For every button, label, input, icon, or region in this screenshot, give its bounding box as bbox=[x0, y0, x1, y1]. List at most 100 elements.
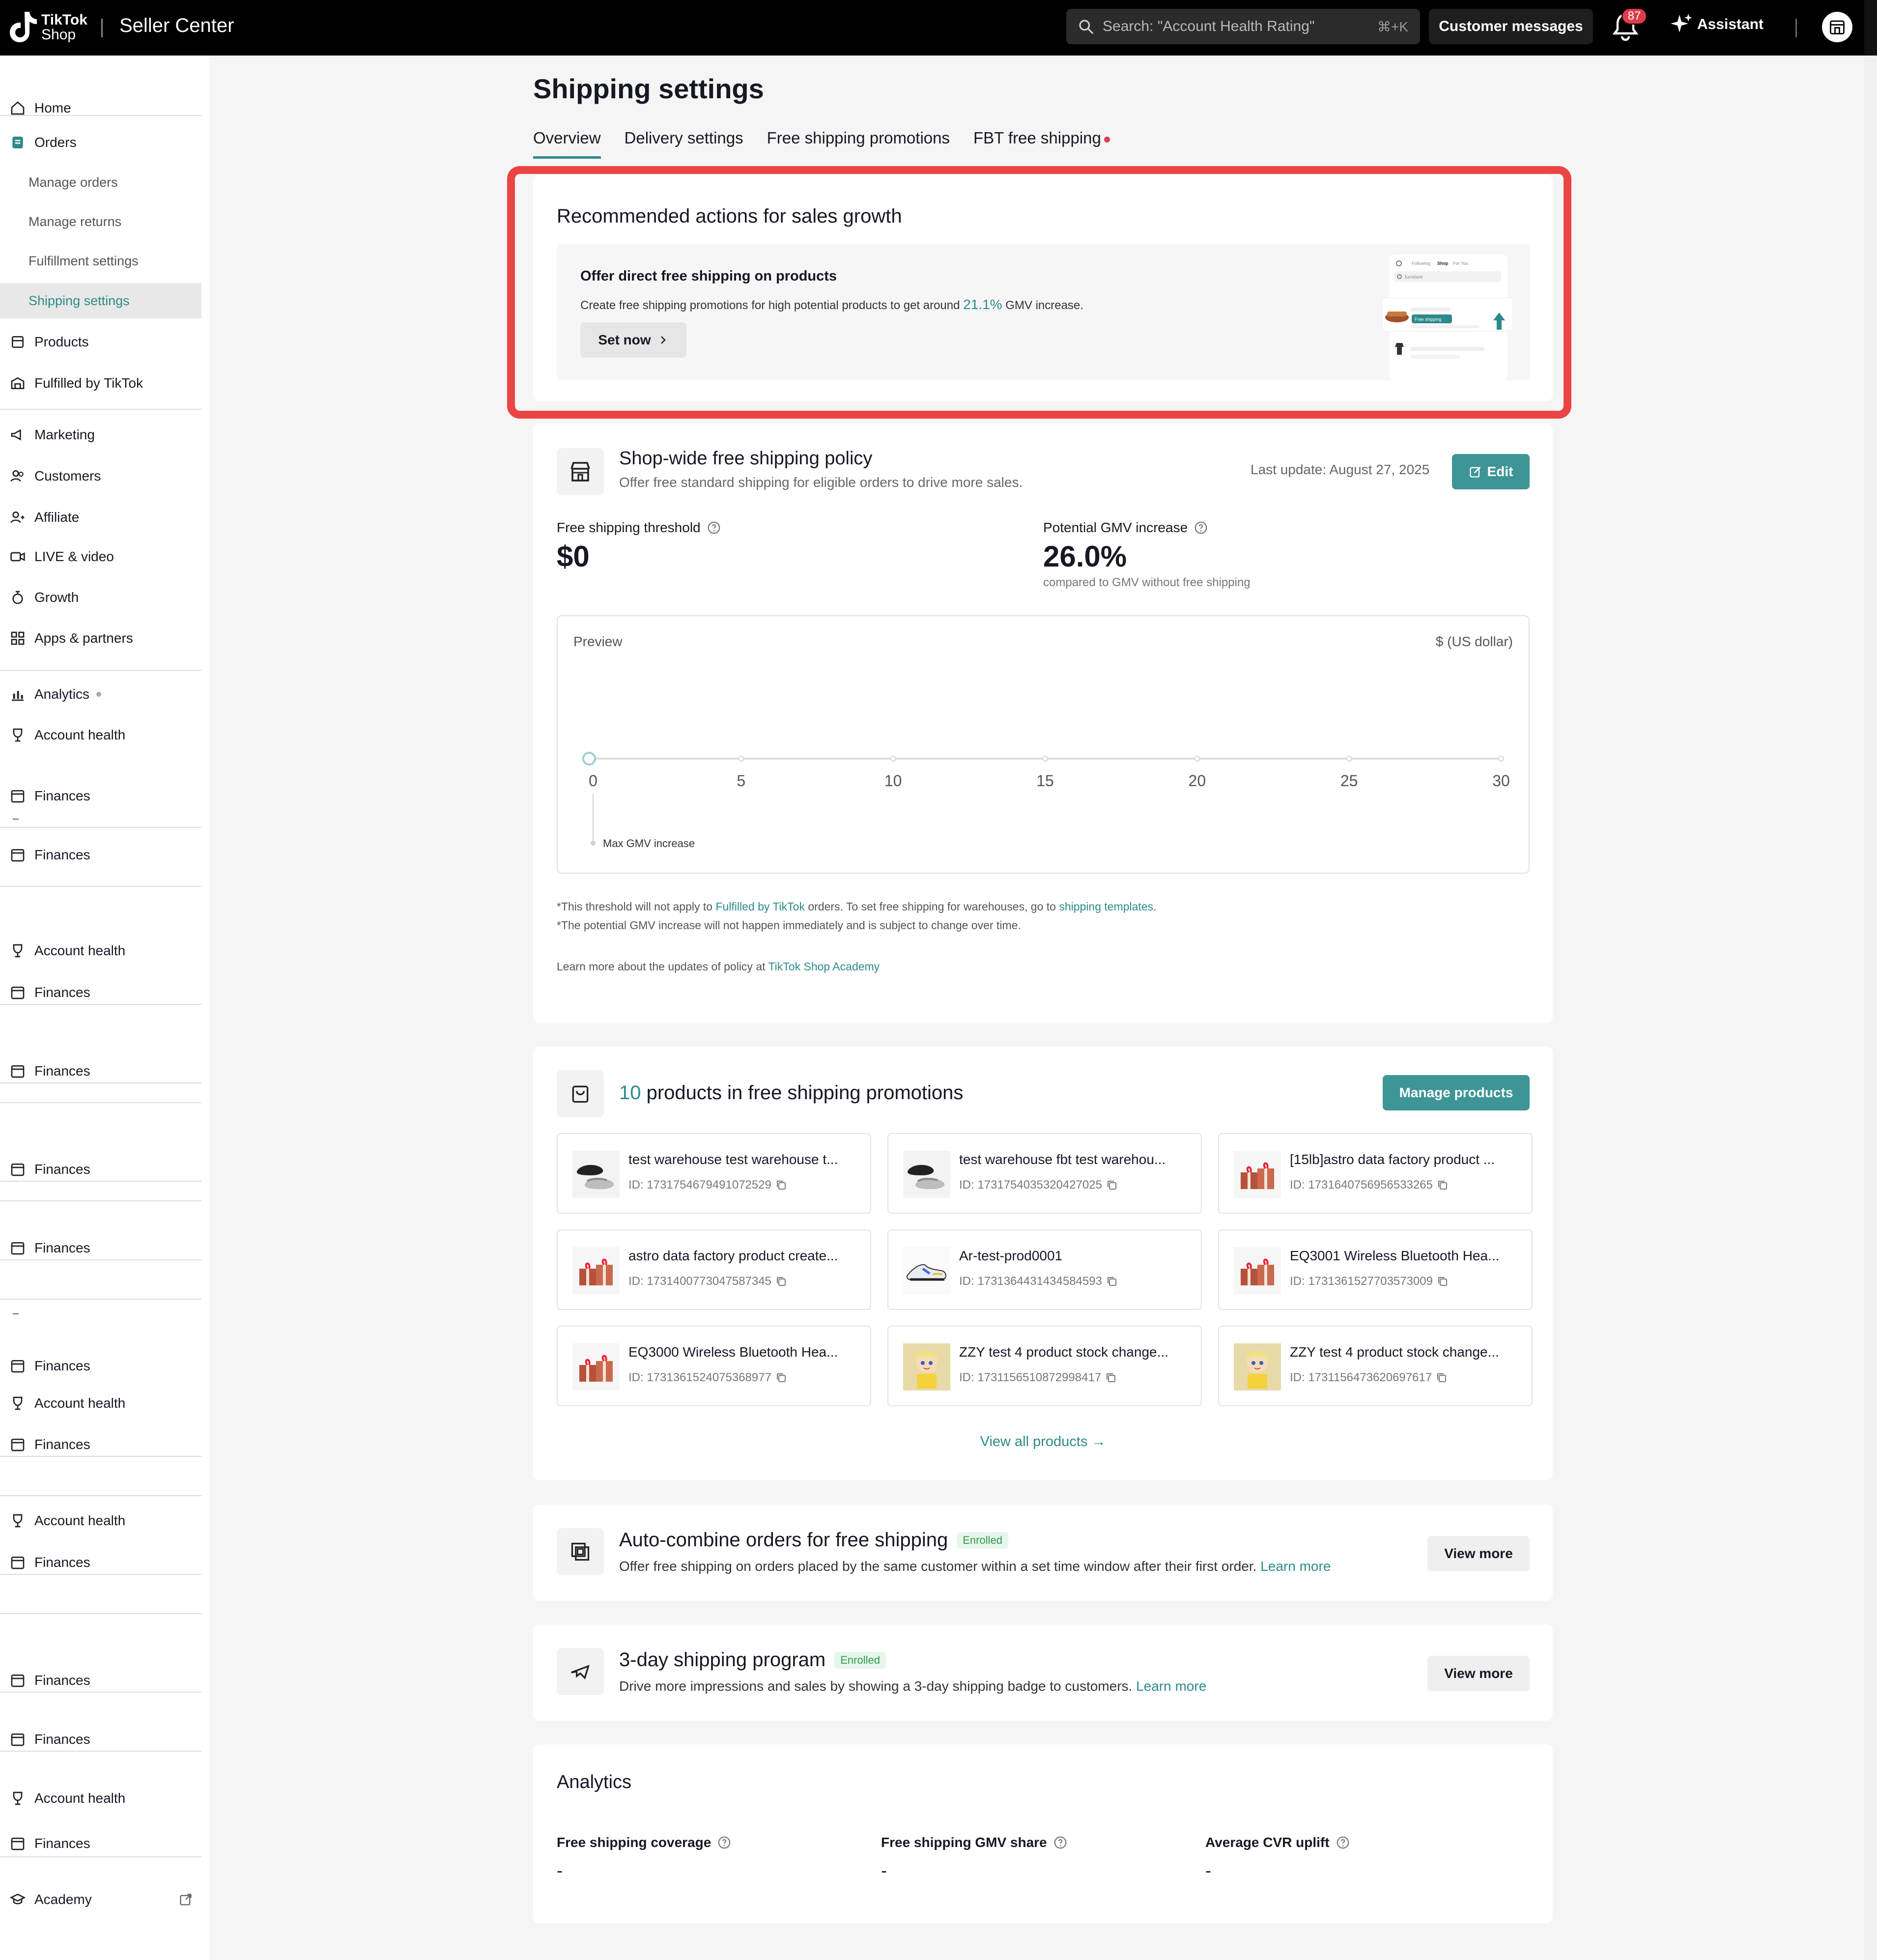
sidebar-item-account-health[interactable]: Account health bbox=[0, 1385, 201, 1421]
help-icon[interactable] bbox=[717, 1835, 732, 1850]
threshold-slider-chart[interactable]: 0 5 10 15 20 25 30 Max GMV increase bbox=[558, 616, 1531, 875]
help-icon[interactable] bbox=[1194, 520, 1208, 535]
tab-fbt-free-shipping[interactable]: FBT free shipping bbox=[973, 129, 1110, 159]
view-more-button[interactable]: View more bbox=[1427, 1536, 1530, 1571]
gmv-share-label: Free shipping GMV share bbox=[881, 1835, 1068, 1850]
product-card[interactable]: test warehouse fbt test warehou... ID: 17… bbox=[887, 1133, 1202, 1214]
external-link-icon bbox=[179, 1893, 193, 1906]
title-text: 3-day shipping program bbox=[619, 1649, 826, 1671]
sidebar-item-account-health[interactable]: Account health bbox=[0, 933, 201, 969]
sidebar-divider bbox=[0, 1299, 201, 1300]
sidebar-item-finances[interactable]: Finances bbox=[0, 974, 201, 1011]
sidebar-item-fulfilled-by-tiktok[interactable]: Fulfilled by TikTok bbox=[0, 365, 201, 401]
sidebar-item-account-health[interactable]: Account health bbox=[0, 717, 201, 753]
sidebar-item-finances[interactable]: Finances bbox=[0, 1426, 201, 1463]
fulfilled-by-tiktok-link[interactable]: Fulfilled by TikTok bbox=[715, 900, 805, 913]
sidebar-item-label: Finances bbox=[34, 985, 90, 1000]
threshold-value: $0 bbox=[557, 540, 590, 573]
product-id-text: ID: 1731754679491072529 bbox=[628, 1178, 771, 1192]
sidebar-divider bbox=[0, 1181, 201, 1182]
sidebar-subitem-shipping-settings[interactable]: Shipping settings bbox=[0, 283, 201, 318]
sidebar-item-affiliate[interactable]: Affiliate bbox=[0, 499, 201, 536]
product-card[interactable]: Ar-test-prod0001 ID: 1731364431434584593 bbox=[887, 1229, 1202, 1310]
product-card[interactable]: EQ3001 Wireless Bluetooth Hea... ID: 1731… bbox=[1218, 1229, 1533, 1310]
sidebar-item-products[interactable]: Products bbox=[0, 324, 201, 360]
sidebar-item-live-video[interactable]: LIVE & video bbox=[0, 539, 201, 575]
trophy-icon bbox=[10, 1395, 26, 1411]
sidebar-item-finances[interactable]: Finances bbox=[0, 837, 201, 873]
sidebar-subitem-manage-orders[interactable]: Manage orders bbox=[0, 165, 201, 200]
sidebar-item-finances[interactable]: Finances bbox=[0, 1721, 201, 1758]
trophy-icon bbox=[10, 1790, 26, 1806]
edit-button[interactable]: Edit bbox=[1452, 454, 1530, 489]
tab-free-shipping-promotions[interactable]: Free shipping promotions bbox=[767, 129, 950, 159]
sidebar-item-orders[interactable]: Orders bbox=[0, 124, 201, 161]
gmv-label-text: Potential GMV increase bbox=[1043, 520, 1188, 535]
sidebar-item-marketing[interactable]: Marketing bbox=[0, 417, 201, 453]
sidebar-item-finances[interactable]: Finances bbox=[0, 1151, 201, 1188]
product-card[interactable]: astro data factory product create... ID: … bbox=[557, 1229, 871, 1310]
slider-handle[interactable] bbox=[582, 752, 596, 766]
view-more-button[interactable]: View more bbox=[1427, 1656, 1530, 1691]
sidebar-item-finances[interactable]: Finances bbox=[0, 1544, 201, 1581]
global-search-input[interactable]: Search: "Account Health Rating" ⌘+K bbox=[1066, 9, 1420, 44]
offer-description: Create free shipping promotions for high… bbox=[580, 297, 1083, 312]
sidebar-divider bbox=[0, 1259, 201, 1260]
sidebar-subitem-manage-returns[interactable]: Manage returns bbox=[0, 204, 201, 239]
tick-label: 20 bbox=[1189, 772, 1206, 790]
customer-messages-button[interactable]: Customer messages bbox=[1429, 9, 1593, 44]
sidebar-item-finances[interactable]: Finances bbox=[0, 1230, 201, 1266]
manage-products-button[interactable]: Manage products bbox=[1383, 1075, 1530, 1110]
tiktok-shop-academy-link[interactable]: TikTok Shop Academy bbox=[768, 960, 880, 973]
shop-profile-button[interactable] bbox=[1822, 12, 1852, 42]
copy-icon[interactable] bbox=[775, 1179, 787, 1191]
sidebar-subitem-fulfillment-settings[interactable]: Fulfillment settings bbox=[0, 243, 201, 279]
copy-icon[interactable] bbox=[1106, 1179, 1118, 1191]
tab-overview[interactable]: Overview bbox=[533, 129, 601, 159]
product-card[interactable]: EQ3000 Wireless Bluetooth Hea... ID: 1731… bbox=[557, 1326, 871, 1406]
product-card[interactable]: [15lb]astro data factory product ... ID: … bbox=[1218, 1133, 1533, 1214]
tiktok-shop-logo[interactable]: TikTok Shop bbox=[8, 10, 87, 45]
copy-icon[interactable] bbox=[1437, 1276, 1449, 1287]
sidebar-item-finances[interactable]: Finances bbox=[0, 778, 201, 814]
sidebar-item-finances[interactable]: Finances bbox=[0, 1053, 201, 1089]
sidebar-divider bbox=[0, 1004, 201, 1005]
help-icon[interactable] bbox=[1336, 1835, 1350, 1850]
sidebar-item-customers[interactable]: Customers bbox=[0, 458, 201, 494]
copy-icon[interactable] bbox=[1437, 1179, 1449, 1191]
sidebar-item-label: Analytics bbox=[34, 686, 90, 702]
sidebar-item-analytics[interactable]: Analytics bbox=[0, 676, 201, 712]
sidebar-item-account-health[interactable]: Account health bbox=[0, 1503, 201, 1539]
sidebar-item-academy[interactable]: Academy bbox=[0, 1881, 201, 1918]
view-all-products-link[interactable]: View all products → bbox=[533, 1434, 1553, 1450]
copy-icon[interactable] bbox=[1105, 1372, 1117, 1384]
threshold-label-text: Free shipping threshold bbox=[557, 520, 701, 535]
product-thumbnail bbox=[1234, 1343, 1281, 1391]
sidebar-item-finances[interactable]: Finances bbox=[0, 1662, 201, 1699]
product-card[interactable]: test warehouse test warehouse t... ID: 17… bbox=[557, 1133, 871, 1214]
sidebar-item-home[interactable]: Home bbox=[0, 90, 201, 126]
shipping-tabs: Overview Delivery settings Free shipping… bbox=[533, 129, 1125, 159]
assistant-button[interactable]: Assistant bbox=[1670, 13, 1763, 36]
product-card[interactable]: ZZY test 4 product stock change... ID: 17… bbox=[1218, 1326, 1533, 1406]
copy-icon[interactable] bbox=[1106, 1276, 1118, 1287]
product-name: astro data factory product create... bbox=[628, 1248, 838, 1263]
page-scrollbar[interactable] bbox=[1864, 56, 1877, 1960]
learn-more-link[interactable]: Learn more bbox=[1260, 1559, 1331, 1574]
tick-mark bbox=[1042, 756, 1048, 762]
copy-icon[interactable] bbox=[1436, 1372, 1448, 1384]
product-card[interactable]: ZZY test 4 product stock change... ID: 17… bbox=[887, 1326, 1202, 1406]
sidebar-item-apps-partners[interactable]: Apps & partners bbox=[0, 620, 201, 656]
shipping-templates-link[interactable]: shipping templates bbox=[1059, 900, 1153, 913]
copy-icon[interactable] bbox=[775, 1276, 787, 1287]
copy-icon[interactable] bbox=[775, 1372, 787, 1384]
set-now-button[interactable]: Set now bbox=[580, 322, 686, 358]
sidebar-item-finances[interactable]: Finances bbox=[0, 1348, 201, 1384]
sidebar-item-growth[interactable]: Growth bbox=[0, 579, 201, 616]
help-icon[interactable] bbox=[1053, 1835, 1068, 1850]
help-icon[interactable] bbox=[707, 520, 721, 535]
sidebar-item-account-health[interactable]: Account health bbox=[0, 1780, 201, 1817]
tab-delivery-settings[interactable]: Delivery settings bbox=[625, 129, 743, 159]
sidebar-item-label: Account health bbox=[34, 727, 126, 742]
learn-more-link[interactable]: Learn more bbox=[1136, 1678, 1206, 1694]
